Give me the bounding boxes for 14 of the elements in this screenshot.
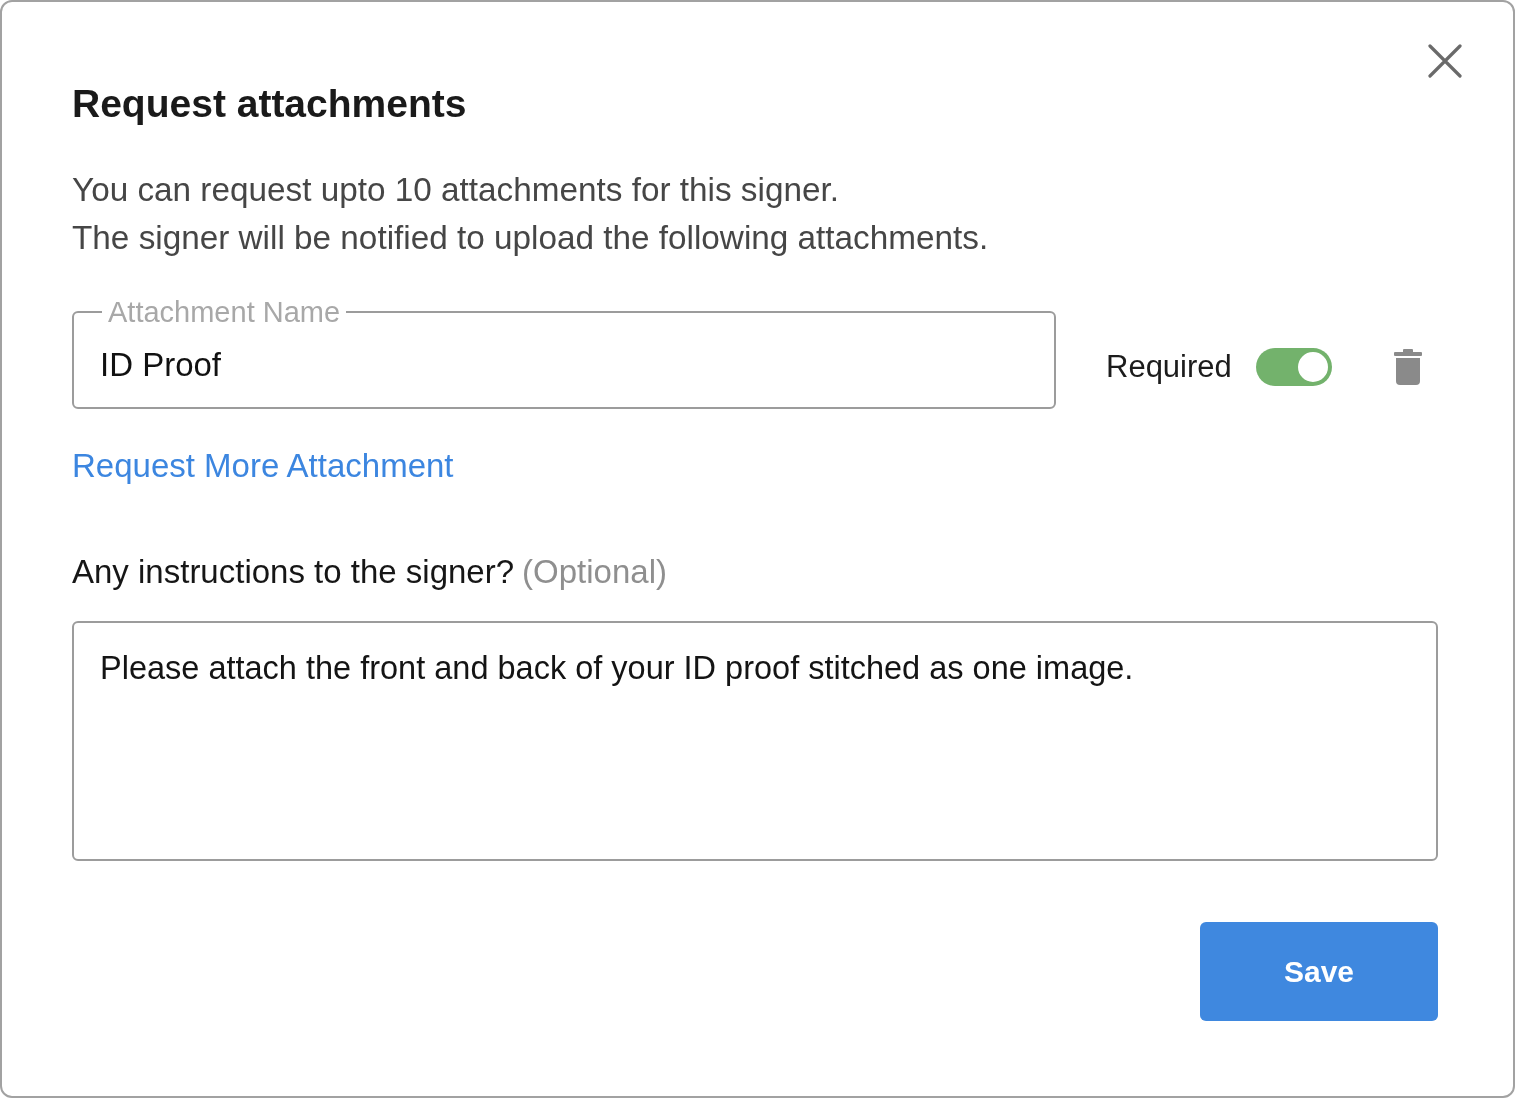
- description-text: You can request upto 10 attachments for this signer.: [72, 170, 840, 210]
- optional-hint: (Optional): [522, 552, 667, 592]
- required-label: Required: [1106, 348, 1232, 386]
- field-label: Attachment Name: [107, 296, 342, 328]
- description-text: The signer will be notified to upload the following attachments.: [72, 218, 990, 258]
- request-more-link[interactable]: Request More Attachment: [72, 446, 454, 486]
- trash-icon[interactable]: [1393, 349, 1422, 385]
- save-button[interactable]: Save: [1200, 922, 1438, 1021]
- dialog-title: Request attachments: [72, 81, 467, 127]
- close-icon[interactable]: [1428, 44, 1462, 78]
- instructions-field[interactable]: Please attach the front and back of your ID proof stitched as one image.: [72, 621, 1438, 861]
- toggle-switch[interactable]: [1255, 348, 1332, 386]
- instructions-label: Any instructions to the signer?: [72, 552, 515, 592]
- text-input[interactable]: ID Proof: [100, 332, 1028, 398]
